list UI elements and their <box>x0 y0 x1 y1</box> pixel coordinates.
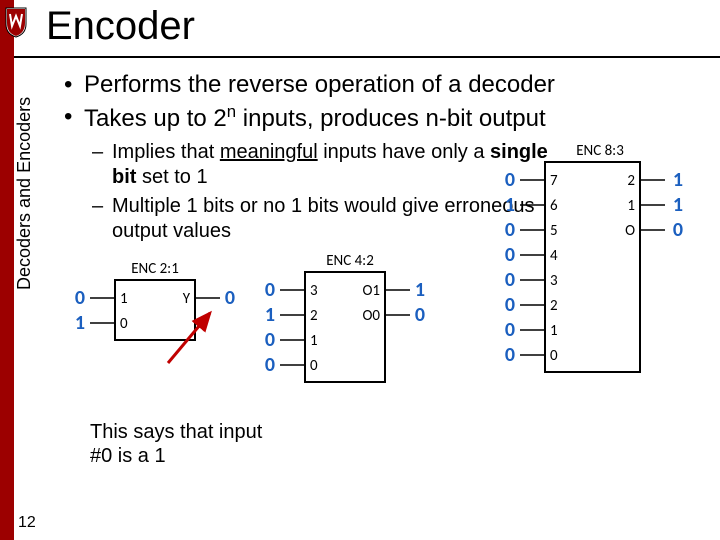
bullet-list: Performs the reverse operation of a deco… <box>60 70 706 134</box>
uw-crest-icon <box>4 6 28 38</box>
svg-text:0: 0 <box>550 347 558 365</box>
enc83-label: ENC 8:3 <box>576 142 624 160</box>
caption-text: This says that input #0 is a 1 <box>90 420 270 468</box>
svg-text:1: 1 <box>415 278 425 302</box>
enc21-in1-val: 1 <box>75 311 85 335</box>
slide: Encoder Decoders and Encoders 12 Perform… <box>0 0 720 540</box>
svg-text:1: 1 <box>505 193 515 217</box>
enc42-label: ENC 4:2 <box>326 252 374 270</box>
svg-text:6: 6 <box>550 197 558 215</box>
svg-text:0: 0 <box>265 328 275 352</box>
svg-text:O0: O0 <box>362 307 380 325</box>
title-rule <box>14 56 720 58</box>
enc21-label: ENC 2:1 <box>131 260 179 278</box>
bullet-1: Performs the reverse operation of a deco… <box>84 70 706 100</box>
svg-text:5: 5 <box>550 222 558 240</box>
side-stripe <box>0 0 14 540</box>
svg-text:7: 7 <box>550 172 558 190</box>
svg-text:0: 0 <box>505 168 515 192</box>
bullet-2-pre: Takes up to 2 <box>84 105 227 132</box>
bullet-2-sup: n <box>227 102 236 121</box>
enc21-out0-pin: Y <box>183 290 191 308</box>
bullet-2: Takes up to 2n inputs, produces n-bit ou… <box>84 102 706 134</box>
sb1-pre: Implies that <box>112 141 220 163</box>
enc21-in1-pin: 0 <box>120 315 128 333</box>
enc83-outputs: 21 11 O0 <box>625 168 683 242</box>
section-label: Decoders and Encoders <box>14 97 35 290</box>
svg-text:0: 0 <box>415 303 425 327</box>
svg-text:2: 2 <box>550 297 558 315</box>
svg-text:2: 2 <box>310 307 318 325</box>
svg-text:O: O <box>625 222 635 240</box>
svg-text:0: 0 <box>505 268 515 292</box>
svg-text:4: 4 <box>550 247 558 265</box>
svg-text:1: 1 <box>550 322 558 340</box>
page-number: 12 <box>18 514 36 532</box>
enc21-out0-val: 0 <box>225 286 235 310</box>
svg-text:0: 0 <box>265 278 275 302</box>
svg-text:0: 0 <box>505 293 515 317</box>
svg-text:0: 0 <box>265 353 275 377</box>
sub-bullet-1: Implies that meaningful inputs have only… <box>112 140 552 190</box>
svg-text:1: 1 <box>627 197 635 215</box>
svg-text:2: 2 <box>627 172 635 190</box>
enc21-in0-val: 0 <box>75 286 85 310</box>
sb1-underline: meaningful <box>220 141 318 163</box>
enc-2-1: ENC 2:1 0 1 1 0 Y 0 <box>70 258 240 368</box>
svg-text:0: 0 <box>505 218 515 242</box>
enc83-box <box>545 162 640 372</box>
enc21-in0-pin: 1 <box>120 290 128 308</box>
svg-text:1: 1 <box>673 193 683 217</box>
svg-text:1: 1 <box>310 332 318 350</box>
svg-text:0: 0 <box>310 357 318 375</box>
bullet-2-post: inputs, produces n-bit output <box>236 105 546 132</box>
svg-text:0: 0 <box>505 343 515 367</box>
svg-text:1: 1 <box>265 303 275 327</box>
svg-text:O1: O1 <box>362 282 380 300</box>
svg-text:0: 0 <box>673 218 683 242</box>
svg-text:0: 0 <box>505 318 515 342</box>
sub-bullet-list: Implies that meaningful inputs have only… <box>90 140 552 244</box>
slide-title: Encoder <box>46 4 195 49</box>
sub-bullet-2: Multiple 1 bits or no 1 bits would give … <box>112 194 552 244</box>
enc-8-3: ENC 8:3 07 16 05 04 03 02 01 00 21 11 O0 <box>500 140 700 390</box>
svg-text:1: 1 <box>673 168 683 192</box>
svg-text:3: 3 <box>550 272 558 290</box>
diagrams-area: ENC 2:1 0 1 1 0 Y 0 <box>60 250 710 480</box>
enc-4-2: ENC 4:2 0 3 1 2 0 1 0 0 <box>260 250 440 400</box>
svg-text:3: 3 <box>310 282 318 300</box>
sb1-post: set to 1 <box>136 166 207 188</box>
svg-text:0: 0 <box>505 243 515 267</box>
sb1-mid: inputs have only a <box>318 141 490 163</box>
